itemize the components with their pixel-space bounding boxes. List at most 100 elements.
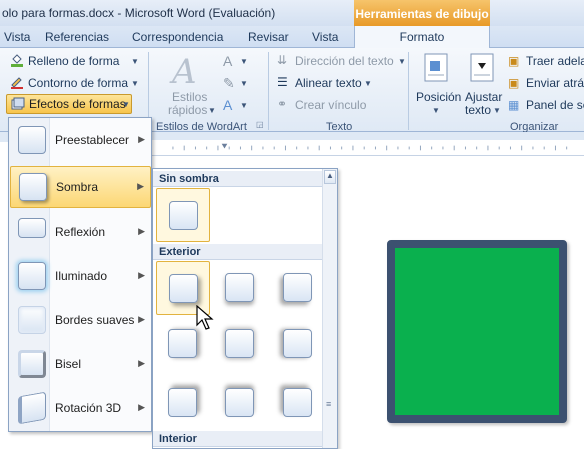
position-icon[interactable] [424, 53, 450, 83]
menu-item-label: Preestablecer [55, 133, 130, 147]
horizontal-ruler[interactable] [150, 140, 584, 156]
position-button[interactable]: Posición [416, 90, 461, 104]
text-effects-icon[interactable]: A [223, 97, 232, 113]
shape-effects-button[interactable]: Efectos de formas ▼ [6, 94, 132, 114]
chevron-right-icon: ▶ [138, 314, 145, 324]
chevron-down-icon[interactable]: ▼ [432, 106, 440, 115]
selection-pane-button[interactable]: Panel de se [526, 98, 584, 112]
chevron-down-icon[interactable]: ▼ [240, 57, 248, 66]
shadow-preview-icon [225, 273, 254, 302]
menu-item-3d-rotation[interactable]: Rotación 3D ▶ [10, 388, 151, 430]
section-no-shadow: Sin sombra [153, 171, 323, 187]
wrap-text-line2[interactable]: texto [465, 103, 491, 117]
shadow-option-outer[interactable] [271, 317, 325, 371]
shape-effects-label: Efectos de formas [29, 97, 126, 111]
shadow-option-outer[interactable] [271, 261, 325, 315]
chevron-down-icon[interactable]: ▼ [131, 57, 139, 66]
chevron-right-icon: ▶ [138, 270, 145, 280]
wrap-text-icon[interactable] [470, 53, 496, 83]
shadow-preview-icon [168, 388, 197, 417]
bring-forward-button[interactable]: Traer adelan [526, 54, 584, 68]
section-outer: Exterior [153, 244, 323, 260]
paint-bucket-icon [11, 54, 23, 67]
shadow-preview-icon [283, 329, 312, 358]
glow-icon [18, 262, 46, 290]
chevron-down-icon[interactable]: ▼ [398, 57, 406, 66]
chevron-right-icon: ▶ [138, 358, 145, 368]
tab-formato[interactable]: Formato [354, 26, 490, 49]
menu-item-label: Bisel [55, 357, 82, 371]
chevron-down-icon[interactable]: ▼ [131, 79, 139, 88]
scroll-up-icon[interactable]: ▲ [324, 170, 336, 184]
title-bar: olo para formas.docx - Microsoft Word (E… [0, 0, 584, 26]
send-backward-button[interactable]: Enviar atrás [526, 76, 584, 90]
shape-effects-icon [11, 97, 25, 110]
shadow-option-outer[interactable] [213, 317, 267, 371]
group-divider [408, 52, 409, 130]
wrap-text-line1[interactable]: Ajustar [465, 90, 502, 104]
soft-edges-icon [18, 306, 46, 334]
menu-item-reflection[interactable]: Reflexión ▶ [10, 212, 151, 254]
shadow-preview-icon [225, 388, 254, 417]
tab-vista[interactable]: Vista [312, 30, 338, 44]
menu-item-preset[interactable]: Preestablecer ▶ [10, 120, 151, 162]
preset-icon [18, 126, 46, 154]
shadow-gallery: Sin sombra Exterior Interior ▲ ≡ [152, 168, 338, 449]
bring-forward-icon: ▣ [508, 54, 520, 68]
chevron-down-icon[interactable]: ▼ [240, 79, 248, 88]
chevron-right-icon: ▶ [137, 181, 144, 191]
text-direction-button[interactable]: Dirección del texto [295, 54, 394, 68]
tab-revisar[interactable]: Revisar [248, 30, 289, 44]
chevron-right-icon: ▶ [138, 134, 145, 144]
send-backward-icon: ▣ [508, 76, 520, 90]
shape-effects-menu: Preestablecer ▶ Sombra ▶ Reflexión ▶ Ilu… [8, 117, 152, 432]
menu-item-shadow[interactable]: Sombra ▶ [10, 166, 151, 208]
shadow-preview-icon [168, 329, 197, 358]
shadow-option-outer[interactable] [271, 376, 325, 430]
tab-referencias[interactable]: Referencias [45, 30, 109, 44]
shadow-option-none[interactable] [156, 188, 210, 242]
pencil-icon [11, 77, 23, 89]
dialog-launcher-icon[interactable]: ◲ [256, 120, 264, 129]
wordart-quick-styles-icon[interactable]: A [172, 52, 208, 92]
shadow-preview-icon [283, 273, 312, 302]
contextual-tab-group: Herramientas de dibujo [354, 0, 490, 26]
menu-item-label: Bordes suaves [55, 313, 135, 327]
reflection-icon [18, 218, 46, 238]
tab-vista-previa[interactable]: Vista [4, 30, 30, 44]
shape-fill-button[interactable]: Relleno de forma [28, 54, 119, 68]
gallery-scrollbar[interactable]: ▲ ≡ [322, 169, 337, 448]
chevron-down-icon[interactable]: ▼ [364, 79, 372, 88]
align-text-button[interactable]: Alinear texto [295, 76, 362, 90]
tab-correspondencia[interactable]: Correspondencia [132, 30, 223, 44]
shadow-preview-icon [225, 329, 254, 358]
shadow-option-outer[interactable] [213, 376, 267, 430]
text-fill-icon[interactable]: A [223, 53, 232, 69]
shadow-preview-icon [283, 388, 312, 417]
menu-item-glow[interactable]: Iluminado ▶ [10, 256, 151, 298]
3d-rotation-icon [18, 391, 46, 425]
chevron-down-icon[interactable]: ▼ [493, 106, 501, 115]
text-outline-icon[interactable]: ✎ [223, 75, 235, 92]
quick-styles-line1[interactable]: Estilos [172, 90, 207, 104]
window-title: olo para formas.docx - Microsoft Word (E… [2, 6, 276, 20]
shadow-option-outer[interactable] [213, 261, 267, 315]
group-divider [268, 52, 269, 130]
chevron-down-icon[interactable]: ▼ [208, 106, 216, 115]
shadow-preview-icon [169, 201, 198, 230]
menu-item-soft-edges[interactable]: Bordes suaves ▶ [10, 300, 151, 342]
link-icon: ⚭ [277, 97, 288, 111]
create-link-button[interactable]: Crear vínculo [295, 98, 366, 112]
section-inner: Interior [153, 431, 323, 447]
shape-outline-button[interactable]: Contorno de forma [28, 76, 128, 90]
menu-item-label: Sombra [56, 180, 99, 194]
quick-styles-line2[interactable]: rápidos [168, 103, 207, 117]
selection-pane-icon: ▦ [508, 98, 520, 112]
mouse-cursor-icon [196, 305, 214, 330]
menu-item-label: Iluminado [55, 269, 108, 283]
shadow-option-outer[interactable] [156, 376, 210, 430]
chevron-down-icon[interactable]: ▼ [240, 101, 248, 110]
green-rectangle-shape[interactable] [387, 240, 567, 423]
scroll-grip-icon[interactable]: ≡ [326, 399, 334, 409]
menu-item-bevel[interactable]: Bisel ▶ [10, 344, 151, 386]
